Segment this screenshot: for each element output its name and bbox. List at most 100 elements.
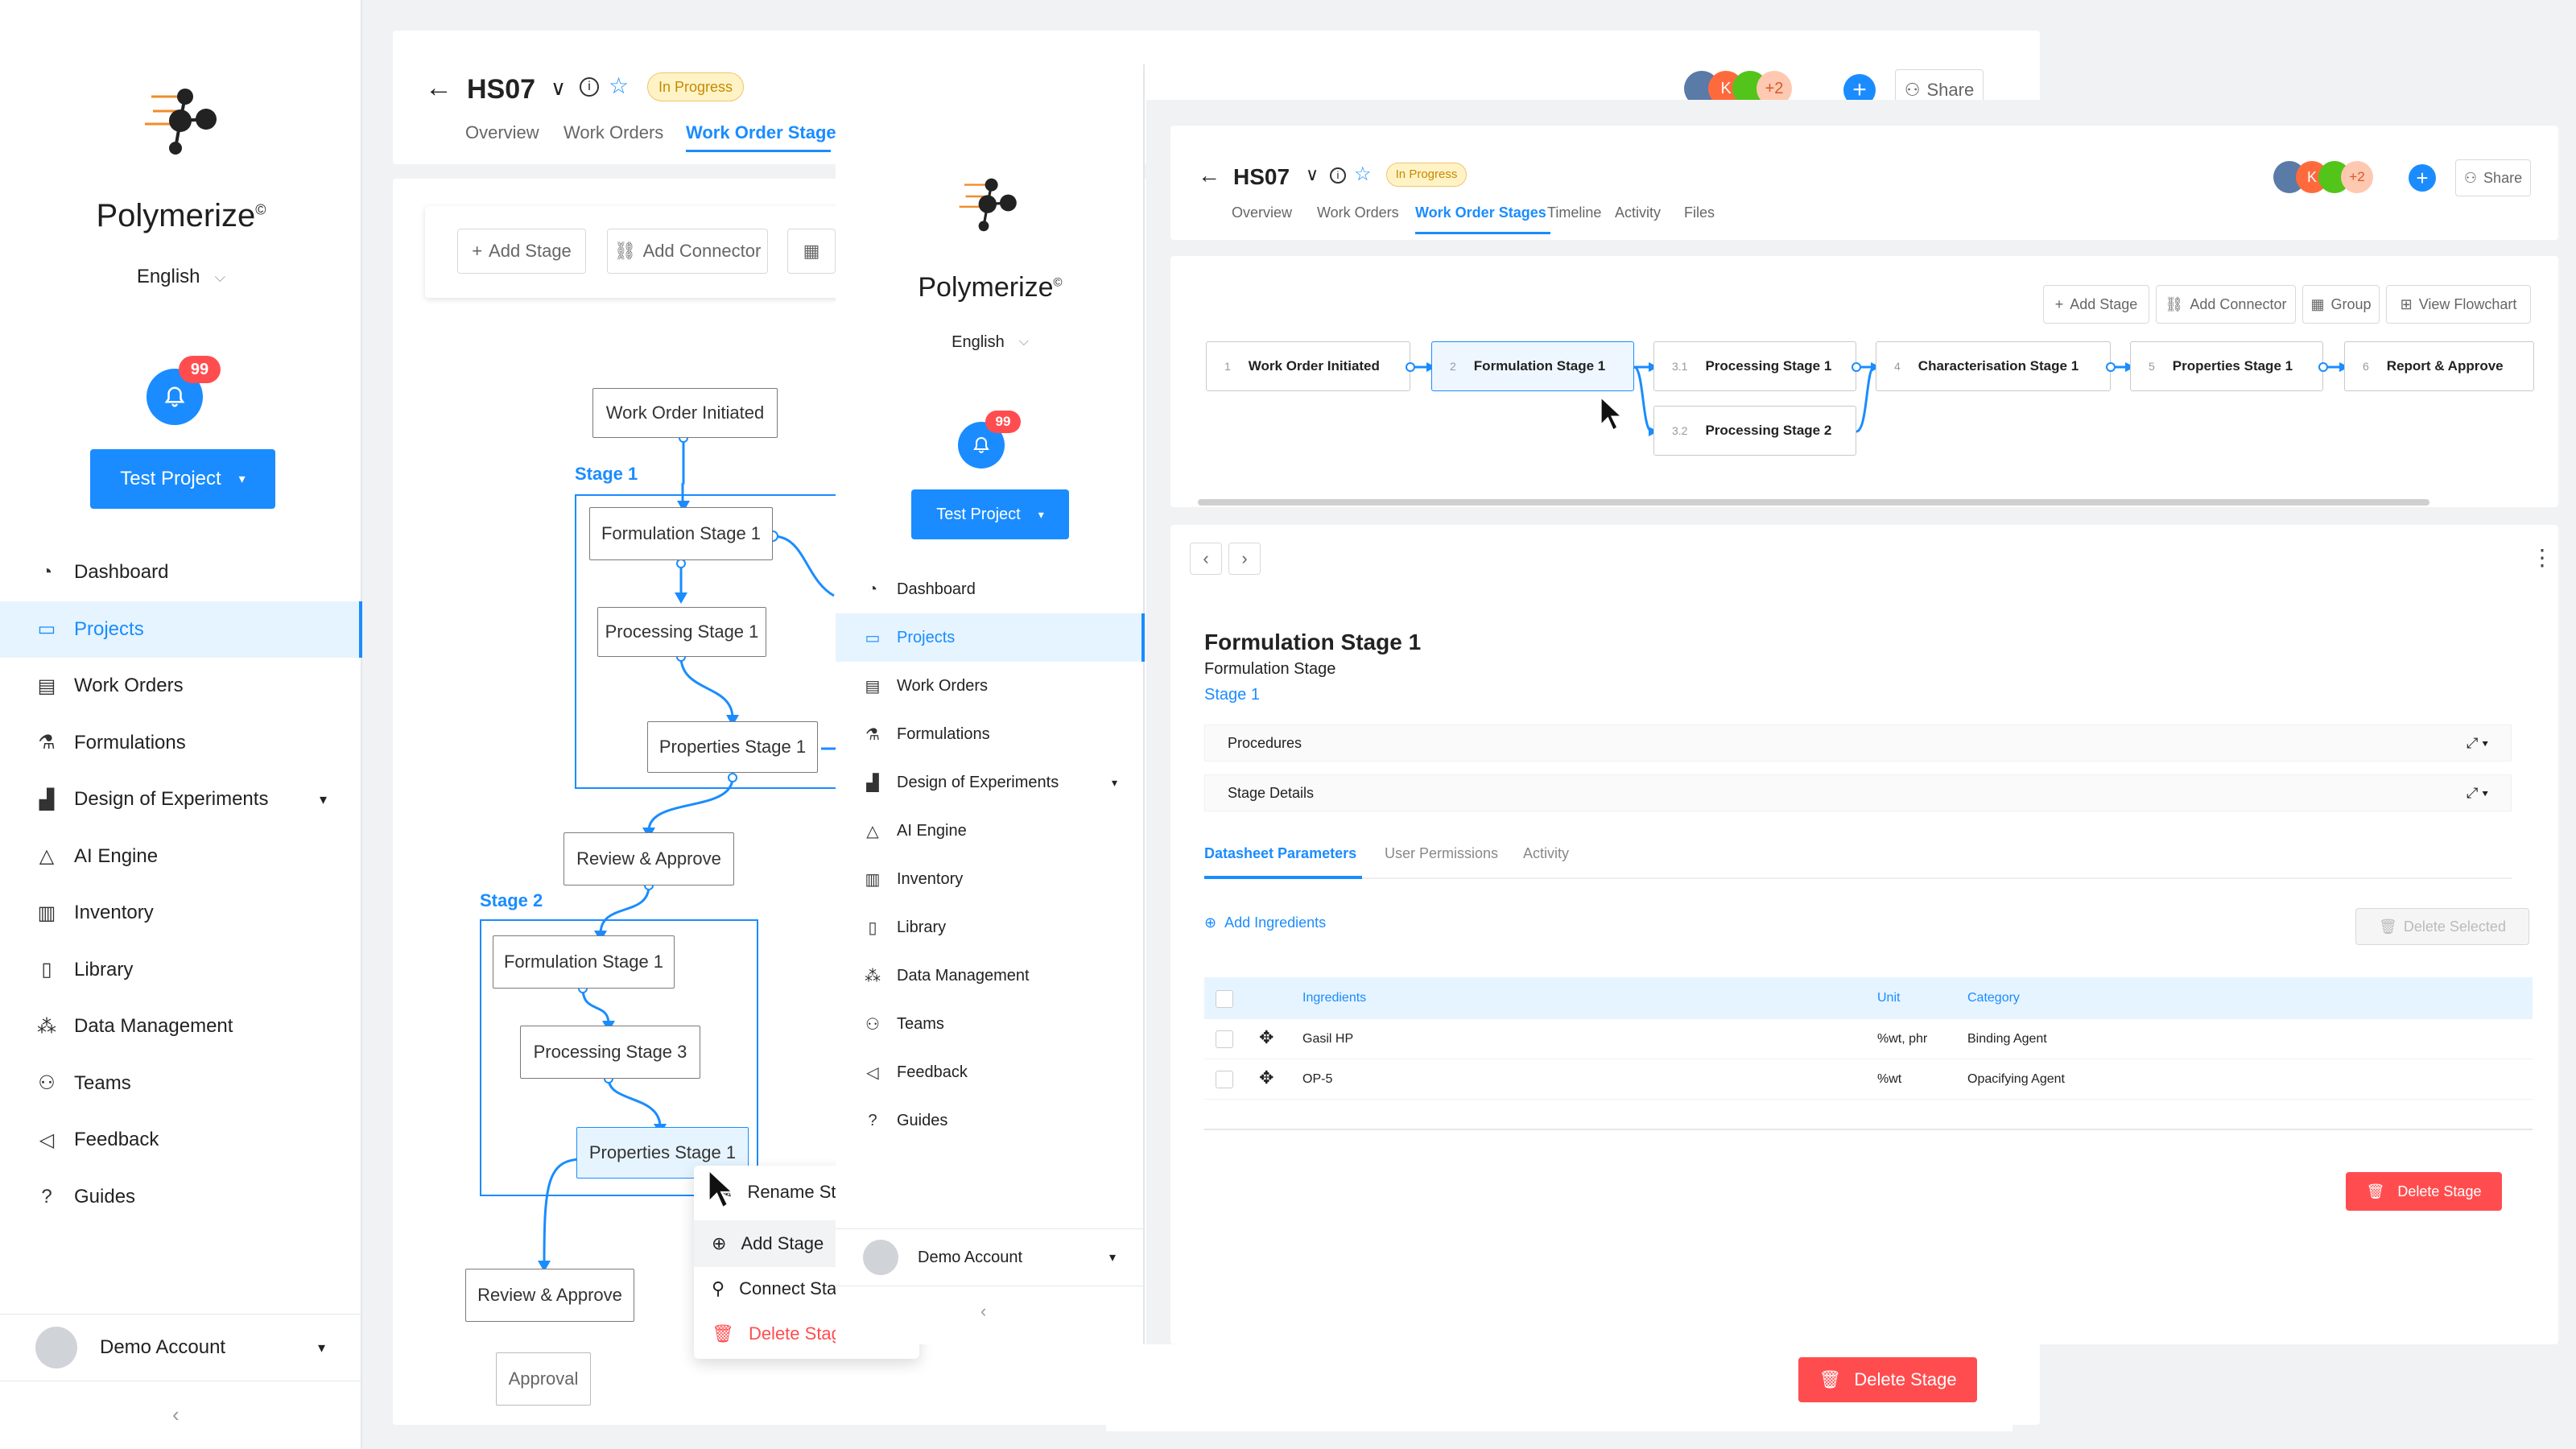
sidebar-item-label: Library <box>897 918 947 936</box>
select-all-checkbox[interactable] <box>1216 990 1233 1008</box>
tab-user-permissions[interactable]: User Permissions <box>1385 845 1498 862</box>
back-arrow-icon[interactable]: ← <box>1198 163 1220 188</box>
stage-label: Characterisation Stage 1 <box>1918 358 2079 374</box>
connector-handle[interactable] <box>2318 362 2328 372</box>
extra-avatars-count: +2 <box>2341 161 2373 193</box>
connector-handle[interactable] <box>2106 362 2116 372</box>
sidebar-item-design-of-experiments[interactable]: ▟ Design of Experiments ▾ <box>836 758 1145 807</box>
delete-stage-button[interactable]: 🗑 Delete Stage <box>1798 1357 1977 1402</box>
flow-node-work-order-initiated[interactable]: Work Order Initiated <box>592 388 778 438</box>
connect-stage-menu-item[interactable]: ⚲ Connect Sta <box>712 1278 836 1299</box>
language-selector[interactable]: English ⌵ <box>836 330 1145 354</box>
flow-node-processing-stage-1[interactable]: 3.1 Processing Stage 1 <box>1653 341 1856 391</box>
sidebar-item-projects[interactable]: ▭ Projects <box>836 613 1145 662</box>
expand-icon: ⤢ ▾ <box>2467 734 2488 751</box>
col-ingredients: Ingredients <box>1302 991 1367 1005</box>
sidebar-item-ai-engine[interactable]: △ AI Engine <box>836 807 1145 855</box>
sidebar-item-inventory[interactable]: ▥ Inventory <box>836 855 1145 903</box>
sidebar-item-teams[interactable]: ⚇ Teams <box>836 1000 1145 1048</box>
table-body: ✥ Gasil HP %wt, phr Binding Agent ✥ OP-5 %wt Op… <box>1204 1019 2533 1116</box>
delete-stage-button[interactable]: 🗑 Delete Stage <box>2346 1172 2502 1211</box>
drag-handle-icon[interactable]: ✥ <box>1259 1067 1274 1088</box>
stage-group-label: Stage 2 <box>480 890 543 910</box>
table-row[interactable]: ✥ Gasil HP %wt, phr Binding Agent <box>1204 1019 2533 1059</box>
tab-activity[interactable]: Activity <box>1523 845 1569 862</box>
project-selector-button[interactable]: Test Project ▾ <box>911 489 1069 539</box>
flow-node-review-approve[interactable]: Review & Approve <box>564 832 734 886</box>
front-sidebar: Polymerize© English ⌵ 99 Test Project ▾ ◔ D… <box>836 64 1145 1344</box>
chevron-down-icon: ▾ <box>1108 1251 1116 1265</box>
collapse-sidebar-icon[interactable]: ‹ <box>980 1301 986 1322</box>
flow-node-formulation-stage-1[interactable]: 2 Formulation Stage 1 <box>1431 341 1634 391</box>
flow-node-processing-stage[interactable]: Processing Stage 1 <box>597 607 766 657</box>
sidebar-item-label: Dashboard <box>897 580 976 598</box>
mouse-cursor-icon <box>707 1168 739 1213</box>
stage-group-link[interactable]: Stage 1 <box>1204 686 1260 704</box>
title-dropdown-icon[interactable]: ∨ <box>1306 164 1319 185</box>
star-icon[interactable]: ☆ <box>1354 163 1372 186</box>
flow-node-work-order-initiated[interactable]: 1 Work Order Initiated <box>1206 341 1410 391</box>
sidebar-item-library[interactable]: ▯ Library <box>836 903 1145 952</box>
flow-node-characterisation-stage-1[interactable]: 4 Characterisation Stage 1 <box>1876 341 2111 391</box>
connector-handle[interactable] <box>1852 362 1861 372</box>
col-unit: Unit <box>1877 991 1901 1005</box>
flow-node-formulation-stage[interactable]: Formulation Stage 1 <box>493 935 675 989</box>
status-badge: In Progress <box>1386 163 1467 187</box>
tab-files[interactable]: Files <box>1684 204 1715 221</box>
delete-selected-button[interactable]: 🗑 Delete Selected <box>2355 908 2529 945</box>
user-avatar <box>863 1240 898 1275</box>
stage-number: 4 <box>1894 360 1901 373</box>
brand-name: Polymerize© <box>918 272 1063 303</box>
stage-number: 1 <box>1224 360 1231 373</box>
flow-node-processing-stage-2[interactable]: 3.2 Processing Stage 2 <box>1653 406 1856 456</box>
sidebar-item-work-orders[interactable]: ▤ Work Orders <box>836 662 1145 710</box>
subtab-divider <box>1204 877 2512 879</box>
sidebar-item-guides[interactable]: ? Guides <box>836 1096 1145 1145</box>
plus-circle-icon: ⊕ <box>1204 914 1217 931</box>
flow-node-review-approve[interactable]: Review & Approve <box>465 1269 634 1322</box>
table-row[interactable]: ✥ OP-5 %wt Opacifying Agent <box>1204 1059 2533 1100</box>
tab-datasheet-parameters[interactable]: Datasheet Parameters <box>1204 845 1356 862</box>
flow-node-formulation-stage[interactable]: Formulation Stage 1 <box>589 507 773 560</box>
flow-node-properties-stage[interactable]: Properties Stage 1 <box>647 721 818 773</box>
folder-icon: ▭ <box>865 629 881 647</box>
teams-icon: ⚇ <box>865 1015 880 1034</box>
user-icon: ⚇ <box>2463 169 2478 186</box>
more-options-icon[interactable]: ⋮ <box>2531 544 2553 571</box>
sidebar-item-label: Projects <box>897 628 956 646</box>
add-collaborator-button[interactable]: + <box>2409 164 2436 192</box>
flow-node-processing-stage[interactable]: Processing Stage 3 <box>520 1026 700 1079</box>
row-checkbox[interactable] <box>1216 1030 1233 1048</box>
brand-logo <box>958 171 1022 235</box>
flow-node-approval[interactable]: Approval <box>496 1352 591 1406</box>
drag-handle-icon[interactable]: ✥ <box>1259 1027 1274 1048</box>
next-stage-button[interactable]: › <box>1228 543 1261 575</box>
prev-stage-button[interactable]: ‹ <box>1190 543 1222 575</box>
flow-node-properties-stage-1[interactable]: 5 Properties Stage 1 <box>2130 341 2323 391</box>
sidebar-item-formulations[interactable]: ⚗ Formulations <box>836 710 1145 758</box>
sidebar-item-feedback[interactable]: ◁ Feedback <box>836 1048 1145 1096</box>
stage-details-accordion[interactable]: Stage Details ⤢ ▾ <box>1204 774 2512 811</box>
row-checkbox[interactable] <box>1216 1071 1233 1088</box>
stage-number: 2 <box>1450 360 1456 373</box>
sidebar-item-dashboard[interactable]: ◔ Dashboard <box>836 565 1145 613</box>
tab-work-orders[interactable]: Work Orders <box>1317 204 1399 221</box>
tab-work-order-stages[interactable]: Work Order Stages <box>1415 204 1546 221</box>
add-ingredients-button[interactable]: ⊕ Add Ingredients <box>1204 914 1326 931</box>
cell-ingredient: Gasil HP <box>1302 1032 1354 1046</box>
account-menu[interactable]: Demo Account ▾ <box>836 1228 1143 1286</box>
share-button[interactable]: ⚇ Share <box>2455 159 2531 196</box>
tab-activity[interactable]: Activity <box>1615 204 1661 221</box>
procedures-accordion[interactable]: Procedures ⤢ ▾ <box>1204 724 2512 762</box>
flask-icon: ⚗ <box>865 725 880 744</box>
stage-title: Formulation Stage 1 <box>1204 630 1422 654</box>
tab-overview[interactable]: Overview <box>1232 204 1292 221</box>
flow-node-report-approve[interactable]: 6 Report & Approve <box>2344 341 2534 391</box>
collaborator-avatars: K +2 <box>2273 161 2378 193</box>
connector-handle[interactable] <box>1406 362 1415 372</box>
sidebar-item-label: Inventory <box>897 869 964 888</box>
tab-timeline[interactable]: Timeline <box>1547 204 1601 221</box>
info-icon[interactable]: i <box>1330 167 1346 184</box>
delete-stage-menu-item[interactable]: 🗑 Delete Stag <box>712 1323 841 1344</box>
sidebar-item-data-management[interactable]: ⁂ Data Management <box>836 952 1145 1000</box>
